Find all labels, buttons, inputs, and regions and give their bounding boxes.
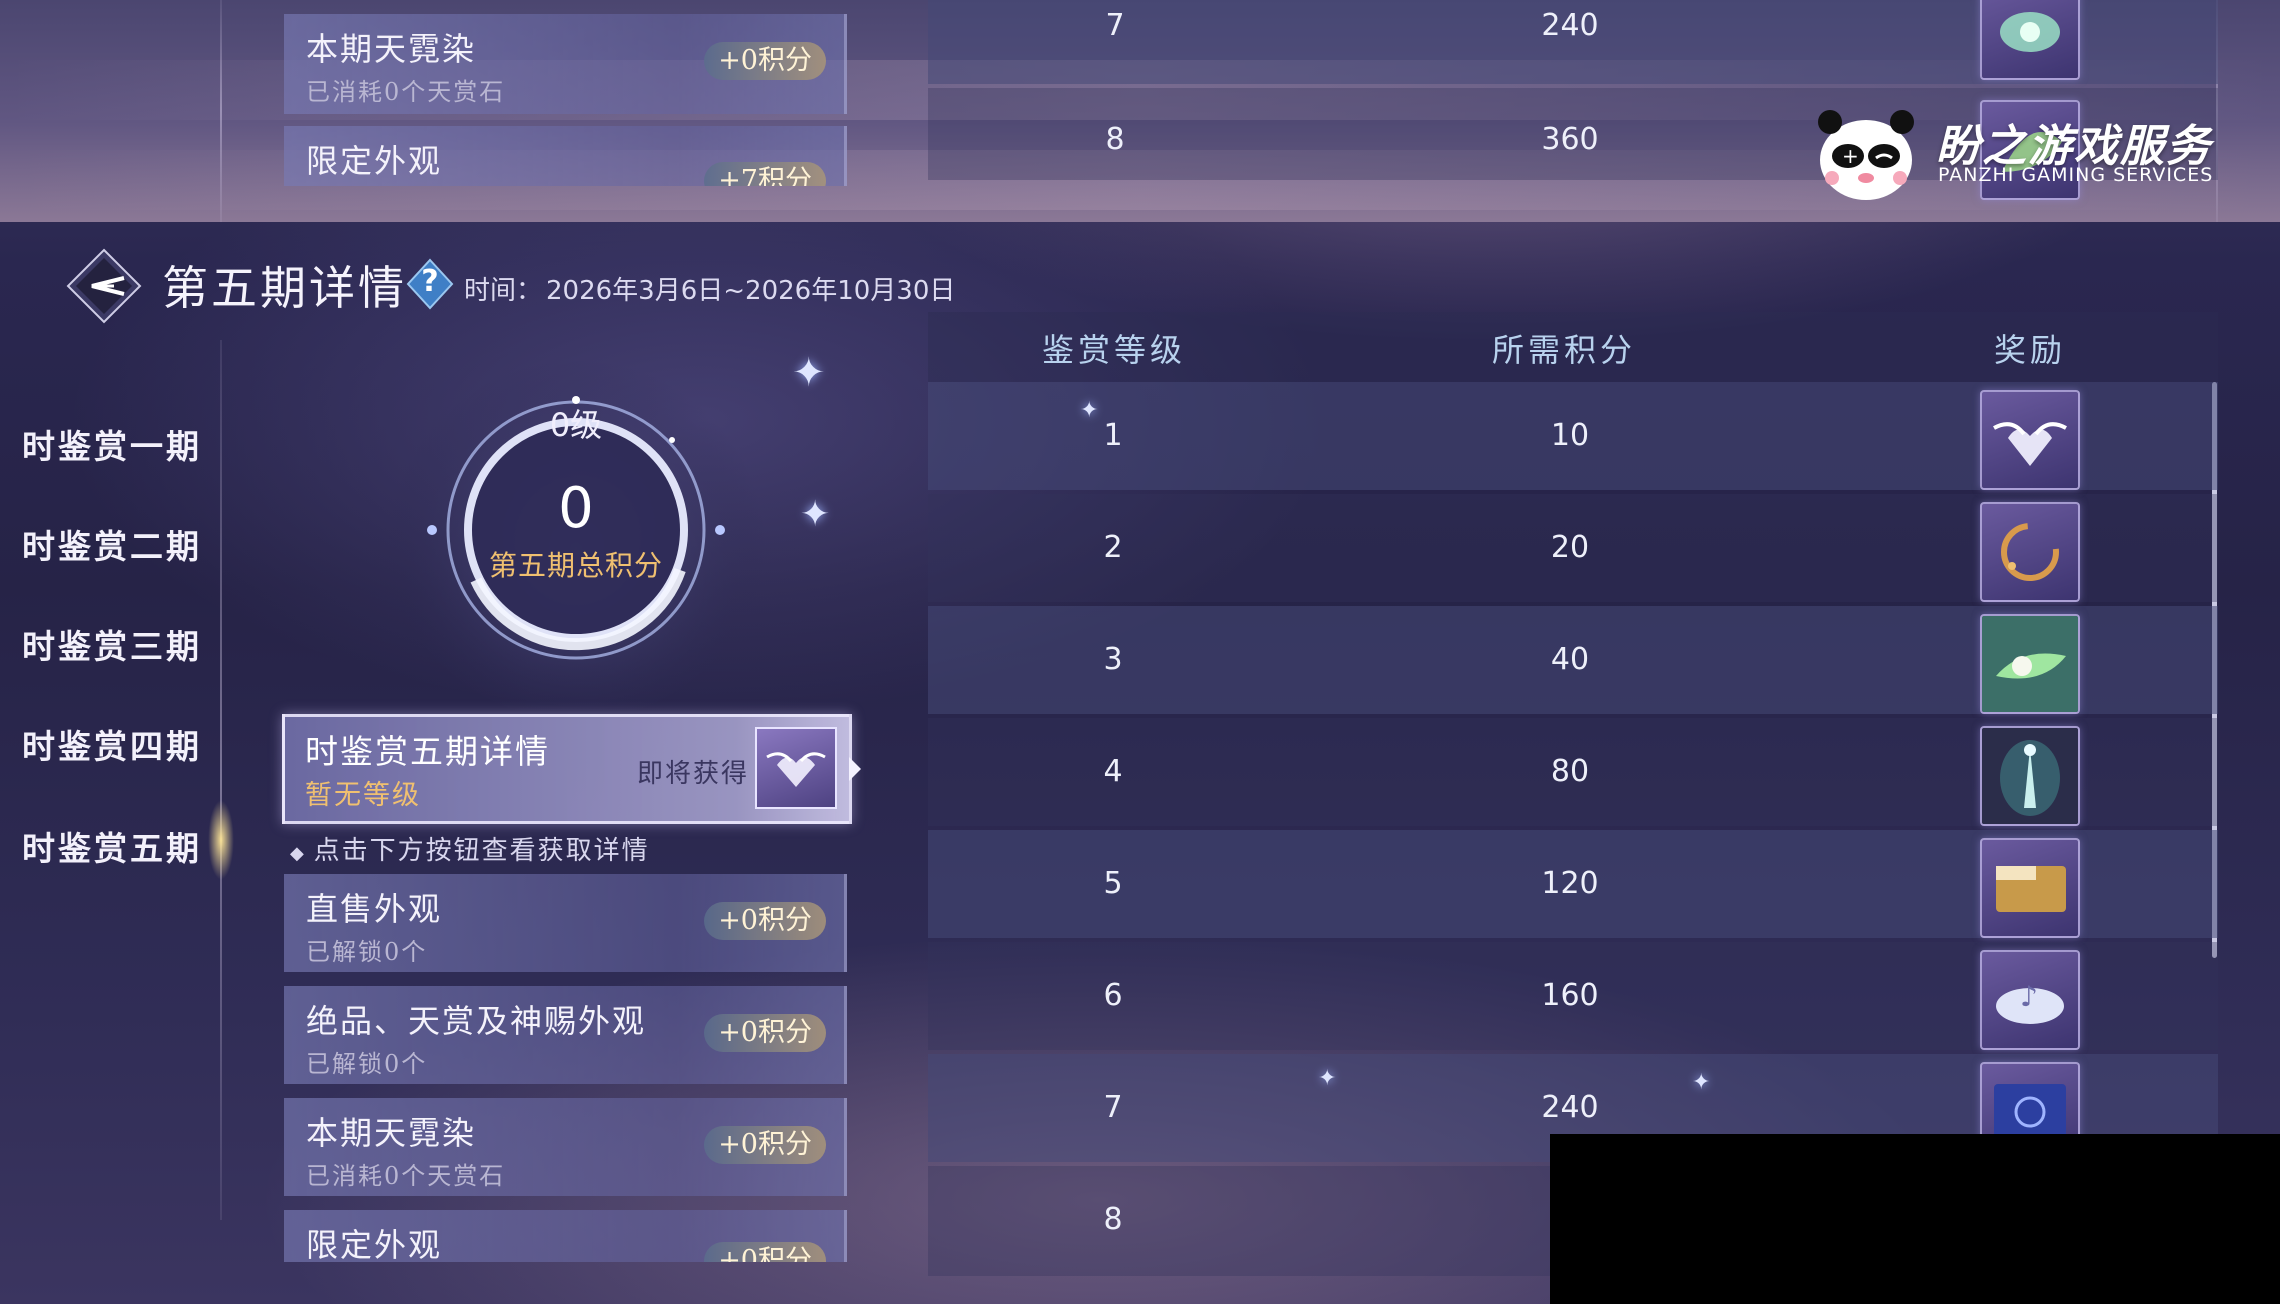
source-card-title: 绝品、天赏及神赐外观	[306, 1002, 647, 1040]
level-label: 0级	[549, 406, 603, 444]
golden-ring-reward-icon[interactable]	[1980, 502, 2080, 602]
source-card-limited[interactable]: 限定外观 +0积分	[284, 1210, 847, 1262]
source-card-points: +0积分	[704, 902, 826, 940]
source-card-points: +0积分	[704, 1014, 826, 1052]
help-mark: ?	[421, 264, 439, 299]
star-orb-reward-icon[interactable]	[1980, 0, 2080, 80]
preview-card-title: 本期天霓染	[306, 30, 477, 68]
source-card-direct-sale[interactable]: 直售外观 已解锁0个 +0积分	[284, 874, 847, 972]
row-points: 20	[1550, 530, 1590, 565]
row-level: 5	[1103, 866, 1123, 901]
preview-card-limited[interactable]: 限定外观 +7积分	[284, 126, 847, 186]
sidebar-item-period-1[interactable]: 时鉴赏一期	[22, 420, 202, 468]
preview-card-subtitle: 已消耗0个天赏石	[306, 78, 506, 106]
row-level: 1	[1103, 418, 1123, 453]
back-arrow-icon	[66, 248, 142, 324]
period-detail-card[interactable]: 时鉴赏五期详情 暂无等级 即将获得	[282, 714, 861, 824]
preview-level: 7	[1105, 8, 1125, 43]
preview-card-points: +0积分	[704, 42, 826, 80]
column-header-reward: 奖励	[1994, 331, 2067, 369]
row-points: 10	[1550, 418, 1590, 453]
hint-text: ◆ 点击下方按钮查看获取详情	[290, 830, 650, 867]
hint-label: 点击下方按钮查看获取详情	[313, 836, 650, 866]
card-pointer-arrow	[849, 757, 861, 781]
preview-card-dye[interactable]: 本期天霓染 已消耗0个天赏石 +0积分	[284, 14, 847, 114]
source-card-subtitle: 已解锁0个	[306, 938, 428, 966]
sparkle-icon: ✦	[800, 494, 831, 535]
row-points: 80	[1550, 754, 1590, 789]
winged-heart-reward-icon	[755, 727, 837, 809]
row-level: 6	[1103, 978, 1123, 1013]
svg-text:+: +	[1842, 144, 1859, 168]
column-header-level: 鉴赏等级	[1042, 331, 1187, 369]
source-card-points: +0积分	[704, 1242, 826, 1262]
sparkle-icon: ✦	[1318, 1066, 1337, 1091]
sidebar-item-period-3[interactable]: 时鉴赏三期	[22, 620, 202, 668]
source-card-title: 直售外观	[306, 890, 443, 928]
diamond-bullet-icon: ◆	[290, 843, 314, 864]
row-level: 2	[1103, 530, 1123, 565]
page-title: 第五期详情	[162, 261, 407, 315]
panda-logo-icon: +	[1818, 110, 1914, 200]
row-points: 120	[1541, 866, 1599, 901]
time-range: 2026年3月6日~2026年10月30日	[546, 276, 956, 306]
flower-reward-icon[interactable]	[1980, 614, 2080, 714]
detail-card-level: 暂无等级	[305, 780, 421, 811]
row-points: 40	[1550, 642, 1590, 677]
watermark-subtitle: PANZHI GAMING SERVICES	[1938, 164, 2214, 186]
preview-level: 8	[1105, 122, 1125, 157]
source-card-title: 限定外观	[306, 1226, 443, 1262]
time-label: 时间：	[464, 276, 543, 306]
score-caption: 第五期总积分	[488, 549, 663, 582]
back-button[interactable]	[66, 248, 142, 324]
preview-card-points: +7积分	[704, 162, 826, 186]
preview-card-title: 限定外观	[306, 142, 443, 180]
winged-heart-reward-icon[interactable]	[1980, 390, 2080, 490]
sparkle-icon: ✦	[1692, 1070, 1711, 1095]
sidebar-item-period-2[interactable]: 时鉴赏二期	[22, 520, 202, 568]
figure-reward-icon[interactable]	[1980, 726, 2080, 826]
row-level: 8	[1103, 1202, 1123, 1237]
total-score: 0	[558, 476, 594, 541]
source-card-premium-outfits[interactable]: 绝品、天赏及神赐外观 已解锁0个 +0积分	[284, 986, 847, 1084]
svg-text:♪: ♪	[2020, 980, 2038, 1013]
source-card-points: +0积分	[704, 1126, 826, 1164]
row-level: 3	[1103, 642, 1123, 677]
watermark: + 盼之游戏服务 PANZHI GAMING SERVICES	[1816, 108, 2276, 204]
source-card-title: 本期天霓染	[306, 1114, 477, 1152]
source-card-subtitle: 已消耗0个天赏石	[306, 1162, 506, 1190]
occlusion-block	[1550, 1134, 2280, 1304]
preview-points: 360	[1541, 122, 1599, 157]
preview-points: 240	[1541, 8, 1599, 43]
sparkle-icon: ✦	[792, 350, 826, 396]
column-header-points: 所需积分	[1492, 331, 1637, 369]
sidebar-item-period-5[interactable]: 时鉴赏五期	[22, 822, 202, 870]
row-points: 240	[1541, 1090, 1599, 1125]
source-card-dye[interactable]: 本期天霓染 已消耗0个天赏石 +0积分	[284, 1098, 847, 1196]
upcoming-label: 即将获得	[637, 759, 750, 789]
sparkle-icon: ✦	[1080, 398, 1099, 423]
row-level: 4	[1103, 754, 1123, 789]
score-ring: 0级 0 第五期总积分	[360, 330, 800, 710]
help-button[interactable]: ?	[406, 258, 454, 310]
gold-card-reward-icon[interactable]	[1980, 838, 2080, 938]
detail-card-title: 时鉴赏五期详情	[305, 732, 550, 771]
active-indicator	[208, 800, 234, 880]
sidebar-item-period-4[interactable]: 时鉴赏四期	[22, 720, 202, 768]
row-level: 7	[1103, 1090, 1123, 1125]
source-card-subtitle: 已解锁0个	[306, 1050, 428, 1078]
row-points: 160	[1541, 978, 1599, 1013]
music-note-reward-icon[interactable]: ♪	[1980, 950, 2080, 1050]
